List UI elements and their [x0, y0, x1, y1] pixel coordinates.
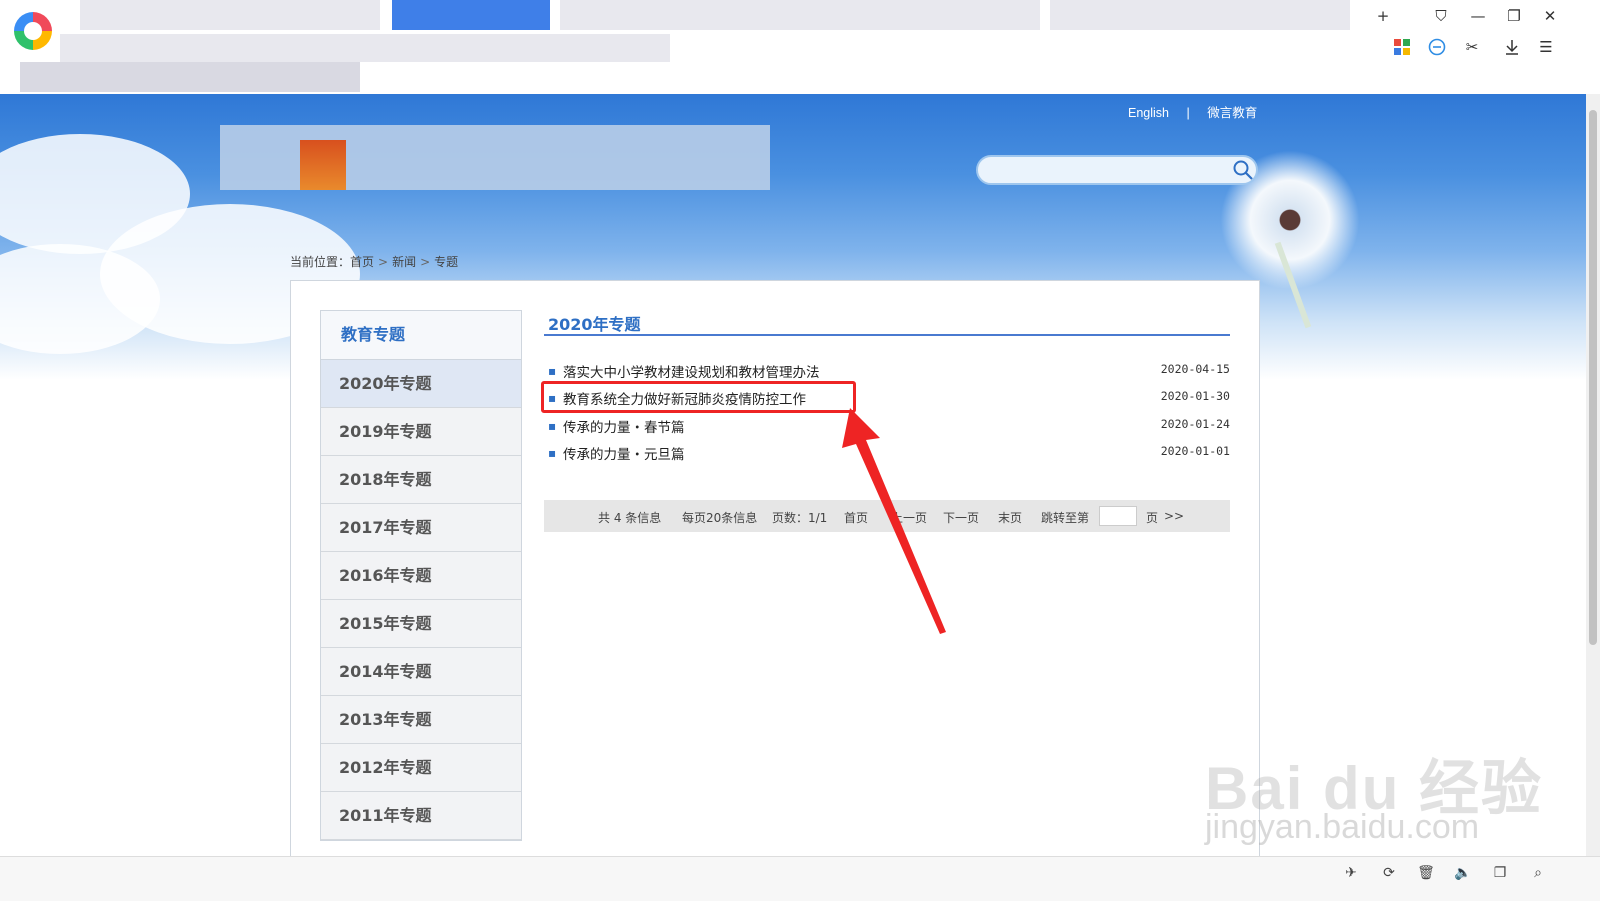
sidebar-item-2019[interactable]: 2019年专题: [321, 408, 521, 456]
pager-page-suffix: 页: [1146, 511, 1159, 525]
watermark-url: jingyan.baidu.com: [1205, 808, 1480, 846]
news-date: 2020-04-15: [1160, 362, 1230, 376]
annotation-arrow: [842, 408, 946, 634]
browser-chrome: + ⛉ — ❐ ✕ ✂ ☰: [0, 0, 1600, 94]
breadcrumb-topic[interactable]: 专题: [434, 255, 458, 269]
section-divider: [544, 334, 1230, 336]
active-tab[interactable]: [392, 0, 550, 30]
sidebar-item-2013[interactable]: 2013年专题: [321, 696, 521, 744]
pager-total: 共 4 条信息: [598, 511, 662, 525]
news-title[interactable]: 传承的力量・元旦篇: [563, 443, 685, 463]
breadcrumb-home[interactable]: 首页: [350, 255, 374, 269]
menu-icon[interactable]: ☰: [1534, 36, 1558, 58]
blurred-tab[interactable]: [1050, 0, 1350, 30]
blurred-tab[interactable]: [560, 0, 1040, 30]
rocket-icon[interactable]: ✈: [1340, 862, 1362, 884]
topic-sidebar: 教育专题 2020年专题 2019年专题 2018年专题 2017年专题 201…: [320, 310, 522, 841]
sidebar-item-2020[interactable]: 2020年专题: [321, 360, 521, 408]
blurred-tab[interactable]: [80, 0, 380, 30]
pager-jump-label: 跳转至第: [1041, 511, 1090, 525]
sound-icon[interactable]: 🔈: [1452, 862, 1474, 884]
english-link[interactable]: English: [1128, 106, 1169, 120]
pager-go-button[interactable]: >>: [1164, 509, 1184, 523]
pager-per-page: 每页20条信息: [682, 511, 758, 525]
scrollbar-thumb[interactable]: [1589, 110, 1597, 645]
close-icon[interactable]: ✕: [1537, 6, 1563, 26]
sidebar-title: 教育专题: [321, 311, 521, 360]
download-icon[interactable]: [1500, 36, 1524, 58]
news-date: 2020-01-01: [1160, 444, 1230, 458]
breadcrumb-prefix: 当前位置：: [290, 255, 351, 269]
sidebar-item-2014[interactable]: 2014年专题: [321, 648, 521, 696]
sidebar-item-2018[interactable]: 2018年专题: [321, 456, 521, 504]
sidebar-item-2016[interactable]: 2016年专题: [321, 552, 521, 600]
breadcrumb-sep: >: [420, 255, 431, 269]
lang-separator: |: [1186, 106, 1190, 120]
pager-pages: 页数：1/1: [772, 511, 828, 525]
bullet: ▪: [548, 419, 557, 433]
new-tab-icon[interactable]: +: [1370, 6, 1396, 26]
sidebar-item-2012[interactable]: 2012年专题: [321, 744, 521, 792]
news-date: 2020-01-30: [1160, 389, 1230, 403]
search-icon[interactable]: [1232, 159, 1254, 181]
news-date: 2020-01-24: [1160, 417, 1230, 431]
speed-icon[interactable]: [1425, 36, 1449, 58]
breadcrumb-news[interactable]: 新闻: [392, 255, 416, 269]
minimize-icon[interactable]: —: [1465, 6, 1491, 26]
trash-icon[interactable]: 🗑: [1415, 862, 1437, 884]
breadcrumb: 当前位置：首页 > 新闻 > 专题: [290, 253, 458, 270]
restore-icon[interactable]: ❐: [1501, 6, 1527, 26]
bullet: ▪: [548, 364, 557, 378]
pager-last[interactable]: 末页: [998, 509, 1022, 526]
blurred-bookmarks: [20, 62, 360, 92]
news-title[interactable]: 传承的力量・春节篇: [563, 416, 685, 436]
site-logo[interactable]: [300, 140, 346, 190]
refresh-icon[interactable]: ⟳: [1378, 862, 1400, 884]
apps-icon[interactable]: [1390, 36, 1414, 58]
browser-logo-icon[interactable]: [14, 12, 52, 50]
section-title: 2020年专题: [548, 315, 641, 334]
highlight-box: [541, 381, 856, 413]
language-links: English | 微言教育: [1128, 102, 1271, 121]
sidebar-item-2011[interactable]: 2011年专题: [321, 792, 521, 840]
news-item[interactable]: ▪ 落实大中小学教材建设规划和教材管理办法 2020-04-15: [548, 361, 1230, 383]
breadcrumb-sep: >: [378, 255, 389, 269]
sidebar-item-2017[interactable]: 2017年专题: [321, 504, 521, 552]
page-number-input[interactable]: [1099, 506, 1137, 526]
news-title[interactable]: 落实大中小学教材建设规划和教材管理办法: [563, 361, 820, 381]
sidebar-item-2015[interactable]: 2015年专题: [321, 600, 521, 648]
weibo-link[interactable]: 微言教育: [1207, 106, 1257, 120]
zoom-icon[interactable]: ⌕: [1527, 862, 1549, 884]
search-input[interactable]: [976, 155, 1258, 185]
blurred-address-bar[interactable]: [60, 34, 670, 62]
skin-icon[interactable]: ⛉: [1428, 6, 1454, 26]
scissors-icon[interactable]: ✂: [1460, 36, 1484, 58]
bullet: ▪: [548, 446, 557, 460]
window-icon[interactable]: ❐: [1489, 862, 1511, 884]
